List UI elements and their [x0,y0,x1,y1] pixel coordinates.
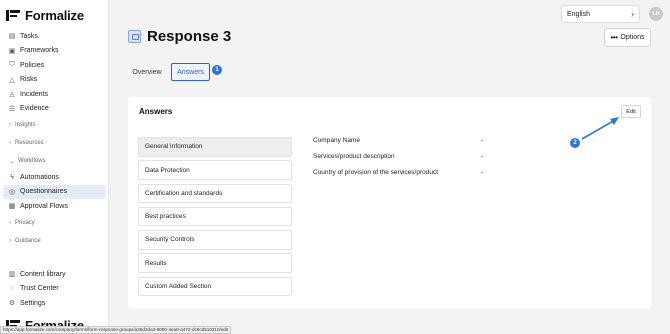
sidebar-item-label: Settings [20,299,46,307]
options-button[interactable]: ••• Options [604,28,651,47]
sidebar-item-label: Policies [20,61,45,69]
sidebar-group-guidance[interactable]: › Guidance [3,232,106,250]
group-label: Privacy [15,219,35,226]
sidebar-item-label: Questionnaires [20,188,68,196]
sidebar-item-label: Approval Flows [20,202,68,210]
sidebar-item-settings[interactable]: ⚙ Settings [3,296,106,311]
incident-icon: ◬ [9,91,15,99]
section-item-custom-added[interactable]: Custom Added Section [138,276,292,297]
question-label: Services/product description [313,153,395,160]
language-select[interactable]: English › [561,5,640,23]
app-name: Formalize [25,8,84,23]
chevron-down-icon: ⌄ [9,158,15,165]
question-value: - [481,153,484,160]
group-label: Guidance [15,237,41,244]
more-dots-icon: ••• [610,33,618,42]
library-icon: ▥ [8,271,16,279]
step-badge-1: 1 [212,65,222,75]
group-label: Insights [15,122,36,128]
approval-icon: ▦ [8,203,16,211]
chevron-right-icon: › [9,219,11,226]
status-bar-url: https://app.formalize.com/company/forms/… [0,326,232,334]
question-value: - [481,137,484,144]
section-item-security-controls[interactable]: Security Controls [138,230,292,250]
sidebar-item-policies[interactable]: ⛉ Policies [3,58,106,73]
question-value: - [481,169,484,176]
tab-answers[interactable]: Answers [171,63,210,81]
page-title: Response 3 [147,28,232,45]
sidebar-item-content-library[interactable]: ▥ Content library [3,267,106,282]
section-item-results[interactable]: Results [138,253,292,273]
chevron-right-icon: › [9,140,11,146]
section-item-best-practices[interactable]: Best practices [138,206,292,227]
group-label: Workflows [18,158,46,164]
gear-icon: ⚙ [8,300,16,308]
nav-main: ▤ Tasks ▣ Frameworks ⛉ Policies △ Risks … [3,29,106,250]
sidebar-item-label: Frameworks [20,47,59,55]
step-badge-2: 2 [570,138,580,148]
section-item-general-information[interactable]: General Information [138,137,292,157]
check-circle-icon: ◌ [9,285,15,293]
sidebar-item-incidents[interactable]: ◬ Incidents [3,87,106,102]
question-row: Company Name - [313,137,513,147]
sidebar-item-frameworks[interactable]: ▣ Frameworks [3,44,106,59]
answers-title: Answers [139,107,173,116]
sidebar-item-automations[interactable]: ϟ Automations [3,170,106,185]
lightning-icon: ϟ [10,173,14,181]
sidebar-item-label: Automations [20,173,59,181]
tasks-icon: ▤ [8,33,16,41]
sidebar-item-label: Tasks [20,32,38,40]
question-label: Company Name [313,137,360,144]
sidebar-group-resources[interactable]: › Resources [3,134,106,152]
chevron-right-icon: › [9,122,11,128]
frameworks-icon: ▣ [8,47,16,55]
avatar[interactable]: LH [649,7,663,21]
questionnaire-icon: ◎ [8,188,16,196]
sidebar-item-label: Incidents [20,90,49,98]
question-label: Country of provision of the services/pro… [313,169,439,176]
options-label: Options [620,34,645,41]
sidebar-item-label: Content library [20,270,66,278]
nav-bottom: ▥ Content library ◌ Trust Center ⚙ Setti… [3,267,106,311]
section-item-data-protection[interactable]: Data Protection [138,160,292,180]
sidebar-item-label: Risks [20,76,38,84]
question-row: Services/product description - [313,153,513,163]
sidebar-item-evidence[interactable]: ☰ Evidence [3,102,106,117]
tab-overview[interactable]: Overview [128,63,166,81]
response-icon [128,30,141,43]
chevron-right-icon: › [631,9,634,19]
edit-button[interactable]: Edit [621,105,641,118]
section-item-certification[interactable]: Certification and standards [138,183,292,204]
sidebar-item-questionnaires[interactable]: ◎ Questionnaires [3,184,106,199]
sidebar-item-approval-flows[interactable]: ▦ Approval Flows [3,199,106,214]
sidebar-item-tasks[interactable]: ▤ Tasks [3,29,106,44]
shield-icon: ⛉ [9,61,15,69]
group-label: Resources [15,140,44,146]
app-logo[interactable]: Formalize [6,8,84,23]
question-row: Country of provision of the services/pro… [313,169,513,179]
sidebar-group-workflows[interactable]: ⌄ Workflows [3,152,106,170]
sidebar: Formalize ▤ Tasks ▣ Frameworks ⛉ Policie… [0,0,109,334]
sidebar-group-privacy[interactable]: › Privacy [3,214,106,232]
warning-icon: △ [9,76,15,84]
sidebar-item-trust-center[interactable]: ◌ Trust Center [3,282,106,297]
logo-mark-icon [6,10,20,21]
evidence-icon: ☰ [8,105,16,113]
sidebar-item-label: Evidence [20,105,49,113]
sidebar-group-insights[interactable]: › Insights [3,116,106,134]
language-value: English [567,10,590,18]
chevron-right-icon: › [9,237,11,244]
sidebar-item-label: Trust Center [20,285,59,293]
section-list: General Information Data Protection Cert… [138,137,292,300]
sidebar-item-risks[interactable]: △ Risks [3,73,106,88]
